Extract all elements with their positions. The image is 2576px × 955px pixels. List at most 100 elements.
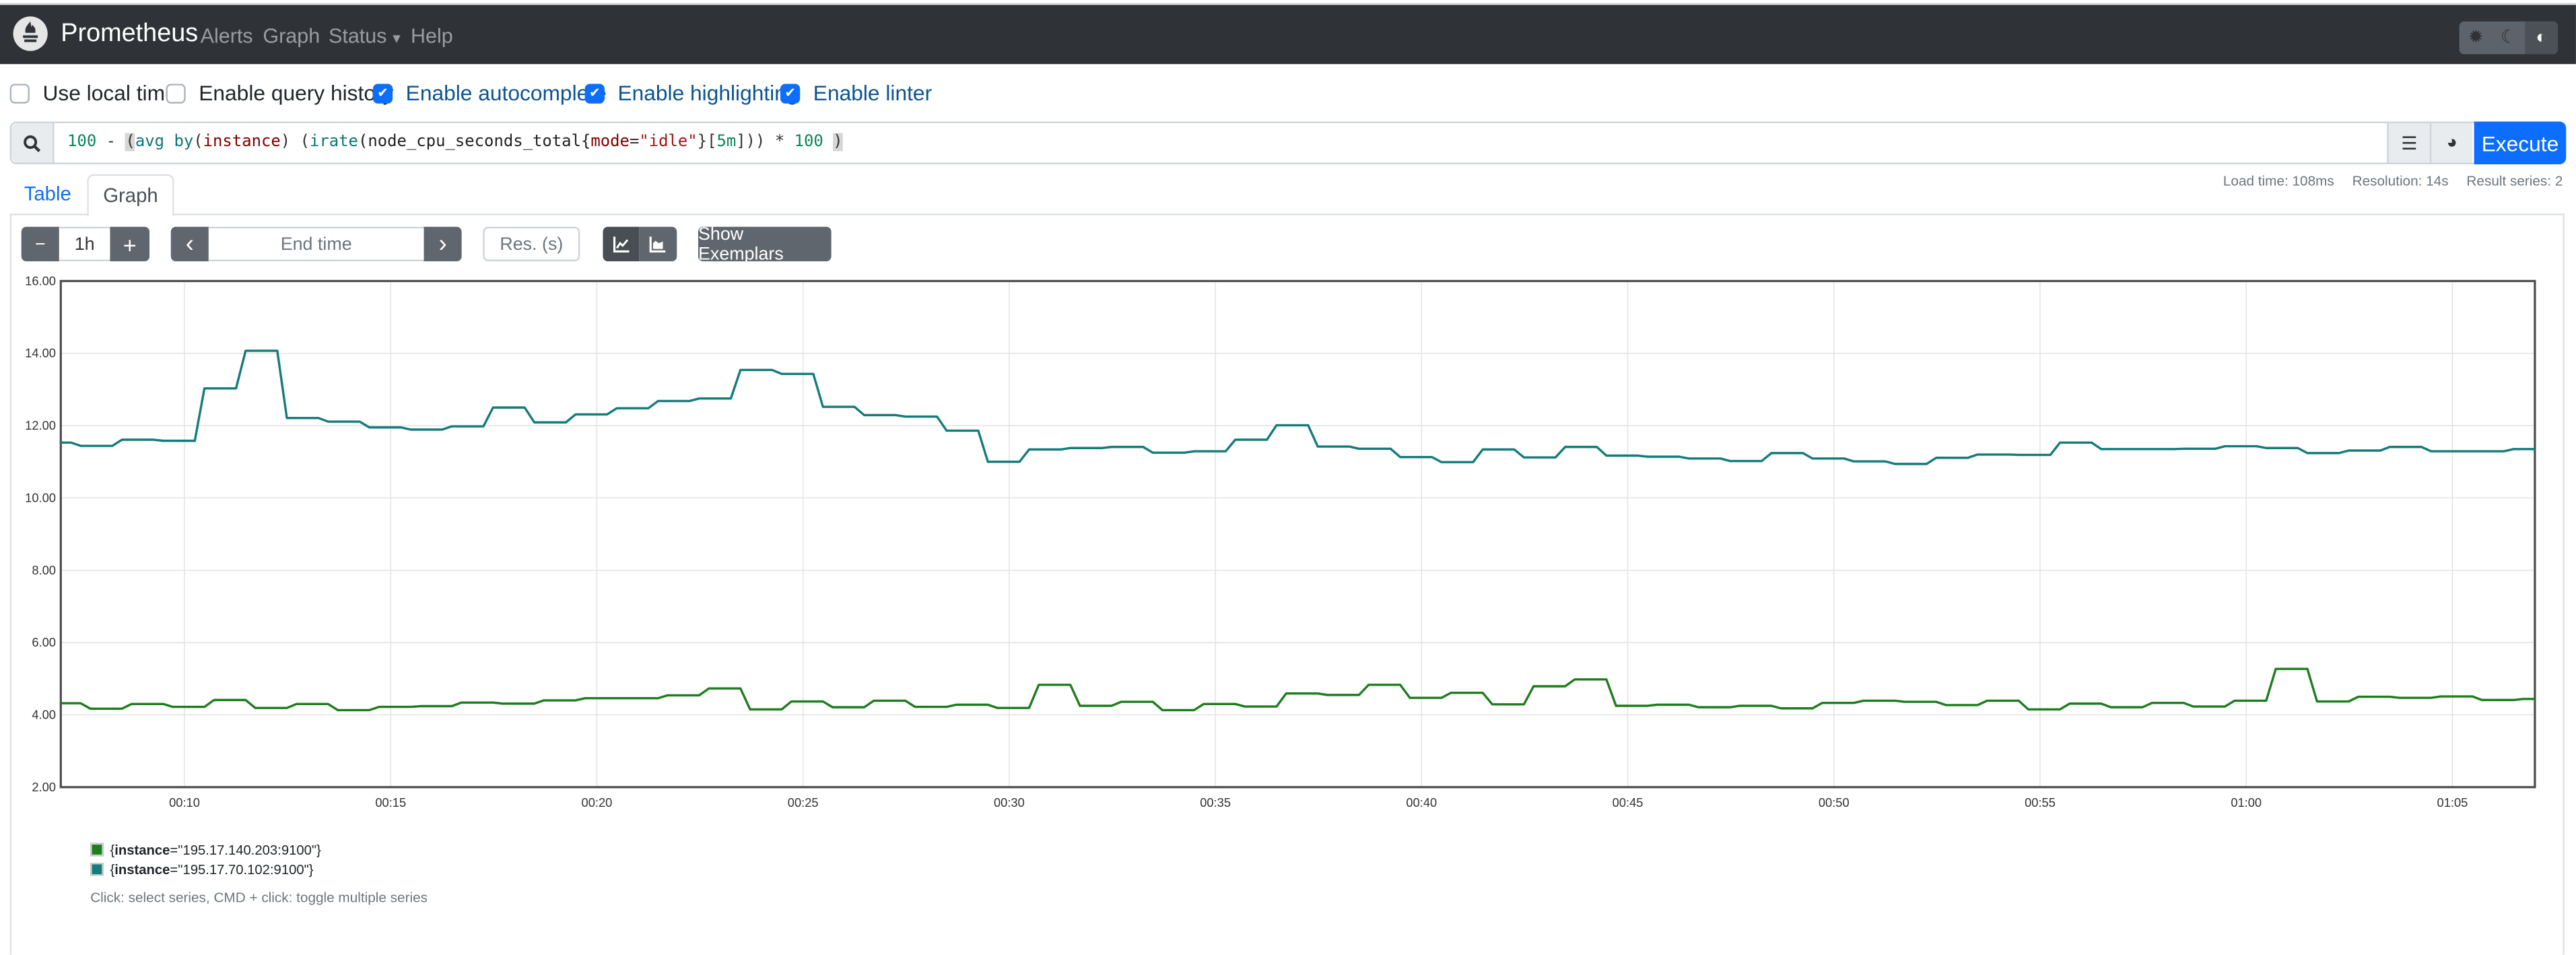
- x-tick-label: 01:00: [2231, 795, 2262, 810]
- nav-status[interactable]: Status ▼: [329, 24, 403, 47]
- x-tick-label: 01:05: [2437, 795, 2468, 810]
- area-chart-icon: [649, 236, 666, 253]
- prometheus-logo-icon[interactable]: [13, 15, 48, 51]
- option-label: Enable linter: [813, 80, 933, 106]
- legend-label-value: "195.17.70.102:9100": [178, 861, 309, 878]
- result-series: Result series: 2: [2466, 172, 2563, 189]
- range-input[interactable]: 1h: [59, 226, 110, 261]
- y-tick-label: 14.00: [25, 346, 56, 360]
- checkbox[interactable]: [9, 83, 30, 103]
- query-token: =: [629, 133, 640, 152]
- legend-help-text: Click: select series, CMD + click: toggl…: [90, 889, 428, 906]
- query-token: ): [833, 133, 843, 152]
- query-token: (: [125, 133, 135, 152]
- x-tick-label: 00:50: [1819, 795, 1850, 810]
- legend-brace-open: {: [110, 841, 115, 858]
- search-icon: [11, 123, 55, 163]
- option-use-local-time[interactable]: Use local time: [9, 80, 177, 106]
- resolution: Resolution: 14s: [2352, 172, 2449, 189]
- theme-toggle: ✹ ☾ ◐: [2459, 20, 2558, 54]
- end-time-back-button[interactable]: ‹: [170, 226, 209, 261]
- legend-label-value: "195.17.140.203:9100": [178, 841, 317, 858]
- query-token: ])) *: [736, 133, 794, 152]
- line-chart-icon: [612, 236, 629, 253]
- tab-table[interactable]: Table: [15, 174, 81, 214]
- option-enable-autocomplete[interactable]: ✔ Enable autocomplete: [372, 80, 607, 106]
- option-enable-linter[interactable]: ✔ Enable linter: [780, 80, 933, 106]
- x-tick-label: 00:55: [2025, 795, 2056, 810]
- checkbox-checked[interactable]: ✔: [372, 83, 393, 103]
- sun-icon[interactable]: ✹: [2460, 21, 2493, 54]
- execute-button[interactable]: Execute: [2474, 121, 2567, 164]
- query-token: instance: [203, 133, 281, 152]
- checkbox[interactable]: [166, 83, 186, 103]
- query-input[interactable]: 100 - (avg by(instance) (irate(node_cpu_…: [67, 133, 843, 152]
- query-token: avg: [135, 133, 165, 152]
- query-token: ) (: [280, 133, 310, 152]
- query-token: irate: [309, 133, 358, 152]
- option-label: Enable autocomplete: [405, 80, 607, 106]
- x-tick-label: 00:15: [375, 795, 406, 810]
- end-time-forward-button[interactable]: ›: [423, 226, 462, 261]
- format-expression-icon[interactable]: ☰: [2387, 123, 2430, 163]
- query-token: (node_cpu_seconds_total{: [358, 133, 591, 152]
- option-enable-query-history[interactable]: Enable query history: [166, 80, 394, 106]
- nav-graph[interactable]: Graph: [263, 24, 320, 47]
- load-time: Load time: 108ms: [2223, 172, 2334, 189]
- query-token: [164, 133, 174, 152]
- tab-graph[interactable]: Graph: [87, 174, 174, 218]
- query-token: mode: [590, 133, 630, 152]
- legend-brace-open: {: [110, 861, 115, 878]
- x-tick-label: 00:10: [169, 795, 200, 810]
- legend-brace-close: }: [316, 841, 321, 858]
- brand-link[interactable]: Prometheus: [61, 19, 198, 48]
- x-tick-label: 00:25: [788, 795, 819, 810]
- nav-help[interactable]: Help: [411, 24, 453, 47]
- navbar: Prometheus Alerts Graph Status ▼ Help ✹ ☾…: [0, 2, 2576, 65]
- legend-item[interactable]: {instance = "195.17.140.203:9100"}: [90, 841, 321, 858]
- line-chart-button[interactable]: [603, 226, 640, 261]
- query-token: by: [174, 133, 194, 152]
- x-tick-label: 00:35: [1200, 795, 1231, 810]
- end-time-input[interactable]: End time: [208, 226, 424, 261]
- stacked-chart-button[interactable]: [639, 226, 677, 261]
- query-token: (: [193, 133, 203, 152]
- metrics-explorer-icon[interactable]: ◕: [2429, 123, 2473, 163]
- query-token: }[: [697, 133, 717, 152]
- query-token: "idle": [639, 133, 698, 152]
- series-line: [61, 667, 2535, 712]
- x-tick-label: 00:45: [1613, 795, 1643, 810]
- legend-swatch: [90, 843, 104, 857]
- resolution-input[interactable]: Res. (s): [483, 226, 580, 261]
- option-label: Use local time: [42, 80, 177, 106]
- y-tick-label: 10.00: [25, 490, 56, 504]
- contrast-icon[interactable]: ◐: [2525, 20, 2558, 54]
- moon-icon[interactable]: ☾: [2492, 21, 2525, 54]
- y-tick-label: 2.00: [32, 780, 56, 794]
- legend-item[interactable]: {instance = "195.17.70.102:9100"}: [90, 861, 314, 878]
- option-label: Enable query history: [199, 80, 394, 106]
- query-token: 100: [794, 133, 823, 152]
- checkbox-checked[interactable]: ✔: [780, 83, 801, 103]
- caret-down-icon: ▼: [390, 30, 403, 46]
- graph-chart[interactable]: 2.00 4.00 6.00 8.00 10.00 12.00 14.00 16.00 00:1…: [0, 263, 2563, 822]
- query-token: -: [96, 133, 126, 152]
- y-tick-label: 4.00: [32, 708, 56, 722]
- series-line: [61, 350, 2535, 465]
- y-tick-label: 6.00: [32, 635, 56, 649]
- option-enable-highlighting[interactable]: ✔ Enable highlighting: [584, 80, 799, 106]
- query-token: [823, 133, 833, 152]
- legend-brace-close: }: [308, 861, 314, 878]
- checkbox-checked[interactable]: ✔: [584, 83, 605, 103]
- range-increase-button[interactable]: +: [110, 226, 150, 261]
- y-tick-label: 12.00: [25, 418, 56, 432]
- range-decrease-button[interactable]: −: [21, 226, 59, 261]
- legend-label-name: instance: [114, 841, 170, 858]
- query-token: 100: [67, 133, 97, 152]
- query-stats: Load time: 108ms Resolution: 14s Result …: [2223, 172, 2563, 189]
- nav-alerts[interactable]: Alerts: [201, 24, 253, 47]
- option-label: Enable highlighting: [617, 80, 799, 106]
- y-tick-label: 8.00: [32, 563, 56, 577]
- show-exemplars-button[interactable]: Show Exemplars: [698, 224, 832, 264]
- plot-frame: [59, 279, 2536, 789]
